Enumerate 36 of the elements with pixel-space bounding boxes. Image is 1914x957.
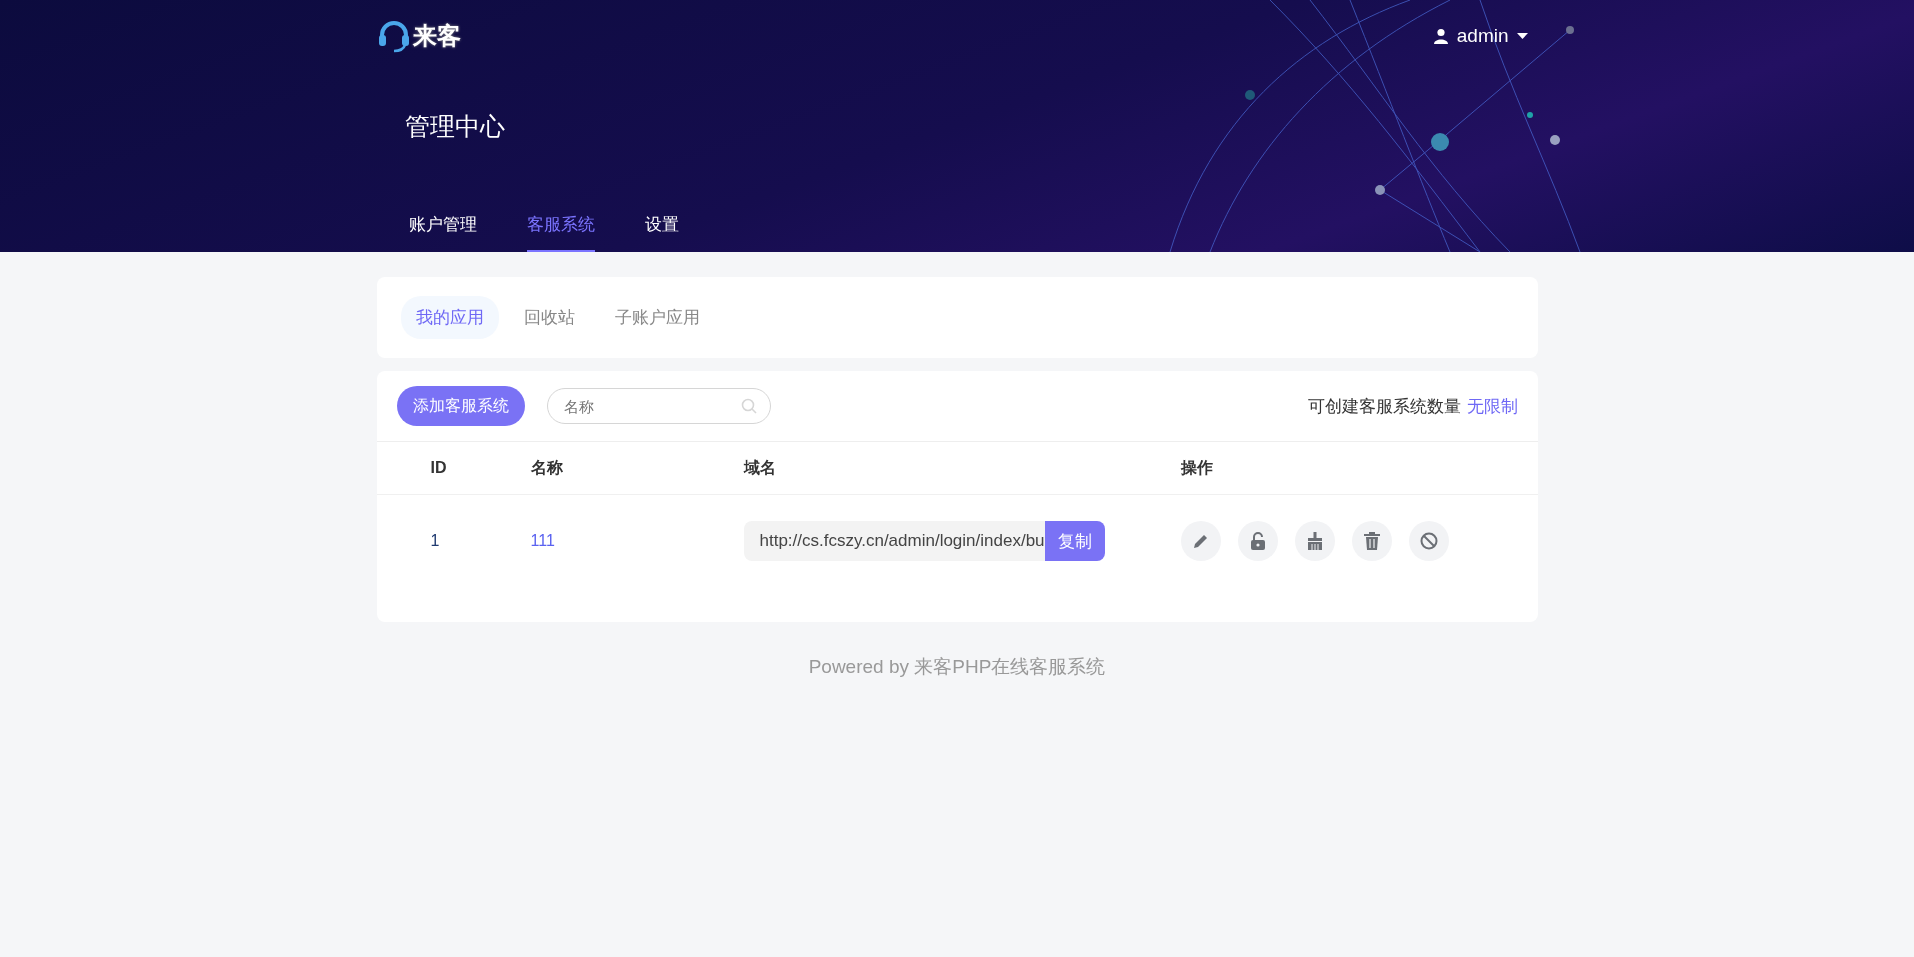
- sub-tab[interactable]: 回收站: [508, 296, 590, 339]
- brush-icon-button[interactable]: [1294, 521, 1335, 561]
- quota-label: 可创建客服系统数量: [1307, 395, 1461, 418]
- user-menu[interactable]: admin: [1426, 24, 1534, 48]
- page-title: 管理中心: [404, 111, 506, 142]
- logo-text[interactable]: 来客: [412, 20, 461, 52]
- column-header: 域名: [743, 457, 777, 478]
- copy-button[interactable]: 复制: [1044, 521, 1105, 561]
- nav-tab[interactable]: 账户管理: [408, 213, 477, 252]
- headset-icon: [376, 19, 411, 53]
- nav-tab[interactable]: 设置: [644, 213, 679, 252]
- pencil-icon-button[interactable]: [1180, 521, 1221, 561]
- add-button[interactable]: 添加客服系统: [396, 386, 525, 426]
- search-icon: [740, 398, 757, 414]
- brush-icon: [1306, 532, 1323, 550]
- sub-tab[interactable]: 我的应用: [400, 296, 499, 339]
- sub-tab[interactable]: 子账户应用: [599, 296, 715, 339]
- footer-text: Powered by 来客PHP在线客服系统: [807, 655, 1107, 679]
- prohibited-icon-button[interactable]: [1408, 521, 1449, 561]
- trash-icon: [1363, 532, 1380, 550]
- caret-icon: [1516, 33, 1528, 39]
- nav-tab[interactable]: 客服系统: [526, 213, 595, 252]
- person-icon: [1432, 28, 1449, 44]
- padlock-icon-button[interactable]: [1237, 521, 1278, 561]
- column-header: 名称: [530, 457, 564, 478]
- app-name-link[interactable]: 111: [530, 532, 555, 549]
- domain-field: http://cs.fcszy.cn/admin/login/index/bu: [743, 521, 1045, 561]
- quota-value: 无限制: [1466, 395, 1518, 418]
- prohibited-icon: [1419, 532, 1438, 550]
- table-cell-text: 1: [430, 532, 441, 550]
- pencil-icon: [1191, 532, 1210, 550]
- search-field[interactable]: 名称: [546, 388, 771, 424]
- column-header: ID: [430, 459, 448, 477]
- column-header: 操作: [1180, 457, 1214, 478]
- trash-icon-button[interactable]: [1351, 521, 1392, 561]
- padlock-icon: [1249, 532, 1266, 550]
